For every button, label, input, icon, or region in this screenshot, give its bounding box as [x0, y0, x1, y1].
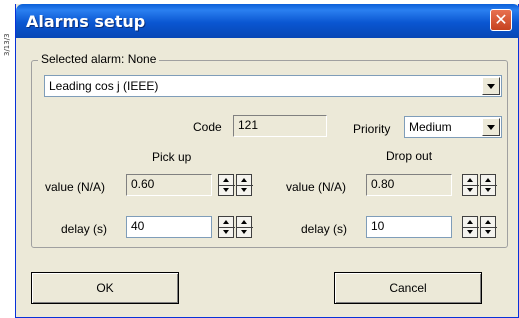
spin-coarse-icon[interactable] — [218, 174, 235, 196]
priority-label: Priority — [353, 122, 391, 136]
priority-select-value: Medium — [409, 120, 452, 134]
dropout-delay-field[interactable]: 10 — [366, 216, 452, 238]
spin-coarse-icon[interactable] — [218, 216, 235, 238]
pickup-value-spinner[interactable] — [218, 174, 253, 196]
chevron-down-icon[interactable] — [482, 118, 500, 136]
alarms-setup-dialog: Alarms setup ✕ Selected alarm: None Lead… — [15, 4, 519, 318]
code-label: Code — [193, 120, 222, 134]
dropout-delay-label: delay (s) — [301, 222, 348, 236]
dropout-value-label: value (N/A) — [286, 180, 347, 194]
code-field: 121 — [233, 115, 327, 137]
pickup-heading: Pick up — [152, 150, 192, 164]
dropout-delay-spinner[interactable] — [462, 216, 497, 238]
cancel-button[interactable]: Cancel — [334, 272, 482, 304]
alarm-select[interactable]: Leading cos j (IEEE) — [44, 75, 502, 97]
selected-alarm-label: Selected alarm: None — [38, 52, 160, 66]
dropout-heading: Drop out — [386, 149, 433, 163]
dropout-value-field[interactable]: 0.80 — [366, 174, 452, 196]
close-icon[interactable]: ✕ — [490, 9, 512, 31]
spin-coarse-icon[interactable] — [462, 216, 479, 238]
spin-fine-icon[interactable] — [480, 216, 497, 238]
pickup-delay-field[interactable]: 40 — [126, 216, 212, 238]
spin-fine-icon[interactable] — [236, 216, 253, 238]
pickup-delay-label: delay (s) — [61, 222, 108, 236]
spin-coarse-icon[interactable] — [462, 174, 479, 196]
dropout-value-spinner[interactable] — [462, 174, 497, 196]
window-title: Alarms setup — [26, 12, 146, 31]
alarm-select-value: Leading cos j (IEEE) — [49, 79, 159, 93]
spin-fine-icon[interactable] — [236, 174, 253, 196]
title-bar[interactable]: Alarms setup ✕ — [16, 4, 519, 38]
pickup-value-field[interactable]: 0.60 — [126, 174, 212, 196]
spin-fine-icon[interactable] — [480, 174, 497, 196]
pickup-value-label: value (N/A) — [45, 180, 106, 194]
ok-button[interactable]: OK — [31, 272, 179, 304]
chevron-down-icon[interactable] — [482, 77, 500, 95]
side-reference-text: 3/13/3 — [3, 33, 11, 56]
priority-select[interactable]: Medium — [404, 116, 502, 138]
pickup-delay-spinner[interactable] — [218, 216, 253, 238]
